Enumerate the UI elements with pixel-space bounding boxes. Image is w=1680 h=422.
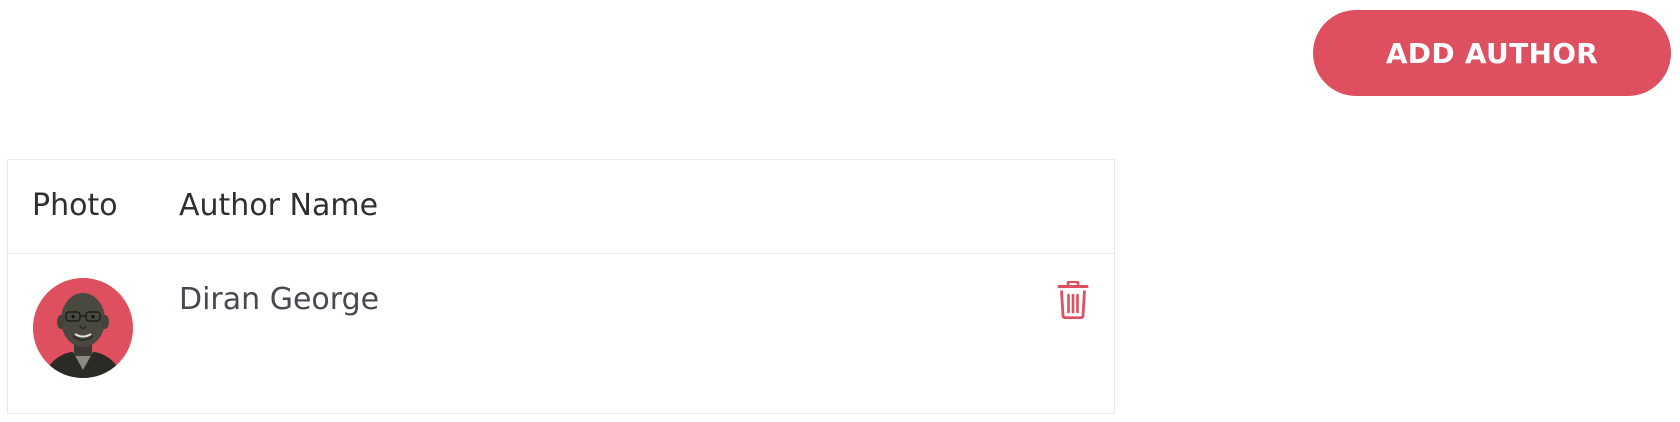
- add-author-label: ADD AUTHOR: [1385, 36, 1599, 70]
- trash-icon: [1057, 280, 1089, 320]
- author-photo: [33, 278, 133, 378]
- authors-table: Photo Author Name Diran George: [7, 159, 1115, 414]
- column-header-author-name: Author Name: [179, 188, 379, 223]
- table-row: Diran George: [8, 254, 1114, 413]
- column-header-photo: Photo: [32, 188, 118, 223]
- authors-page: ADD AUTHOR Photo Author Name Diran Georg…: [0, 0, 1680, 422]
- add-author-button[interactable]: ADD AUTHOR: [1313, 10, 1671, 96]
- avatar-portrait: [33, 278, 133, 378]
- delete-author-button[interactable]: [1056, 280, 1090, 320]
- table-header: Photo Author Name: [8, 160, 1114, 254]
- author-name: Diran George: [179, 282, 380, 317]
